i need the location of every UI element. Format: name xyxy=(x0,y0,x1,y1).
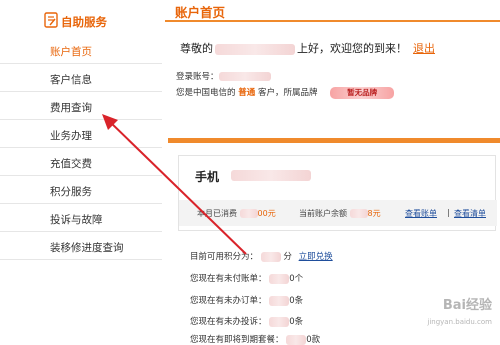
complaints-value: 0条 xyxy=(289,317,304,327)
balance-label: 当前账户余额 xyxy=(299,209,347,218)
redacted-count xyxy=(269,273,290,284)
sidebar-title: 自助服务 xyxy=(61,15,107,29)
sidebar-item-business[interactable]: 业务办理 xyxy=(0,121,162,148)
sidebar-item-label: 费用查询 xyxy=(50,102,92,114)
orange-divider xyxy=(168,138,500,143)
sidebar-header: 自助服务 xyxy=(0,6,162,34)
brand-badge: 暂无品牌 xyxy=(330,86,395,99)
redacted-count xyxy=(286,334,307,345)
redacted-phone-number xyxy=(231,170,311,181)
view-details-link[interactable]: 查看清单 xyxy=(454,208,486,219)
redacted-amount xyxy=(239,209,258,218)
redacted-count xyxy=(269,295,290,306)
redacted-name xyxy=(215,43,295,55)
pending-orders-line: 您现在有未办订单： 0条 xyxy=(190,294,303,306)
sidebar-item-label: 装移修进度查询 xyxy=(50,242,124,254)
watermark-text: Bai经验 xyxy=(442,298,492,313)
sidebar-item-recharge[interactable]: 充值交费 xyxy=(0,149,162,176)
redacted-count xyxy=(269,316,290,327)
balance: 当前账户余额 8元 xyxy=(299,208,381,219)
login-account-label: 登录账号： xyxy=(176,72,219,82)
expiring-plans-line: 您现在有即将到期套餐： 0款 xyxy=(190,333,320,345)
login-account-line: 登录账号： xyxy=(176,70,271,82)
customer-level-line: 您是中国电信的 普通 客户，所属品牌 暂无品牌 xyxy=(176,86,395,99)
phone-account-card: 手机 本月已消费 00元 当前账户余额 8元 查看账单 | 查看清单 xyxy=(178,155,497,231)
watermark-url: jingyan.baidu.com xyxy=(427,318,492,326)
sidebar-item-label: 业务办理 xyxy=(50,130,92,142)
baidu-watermark: Bai经验 jingyan.baidu.com xyxy=(410,290,496,342)
sidebar-item-label: 账户首页 xyxy=(50,46,92,58)
logout-link[interactable]: 退出 xyxy=(413,42,435,55)
sidebar-item-complaints[interactable]: 投诉与故障 xyxy=(0,205,162,232)
orders-label: 您现在有未办订单： xyxy=(190,296,267,306)
sidebar-item-fee-query[interactable]: 费用查询 xyxy=(0,93,162,120)
link-separator: | xyxy=(447,208,450,217)
balance-unit: 8元 xyxy=(367,209,381,218)
redeem-link[interactable]: 立即兑换 xyxy=(299,252,333,262)
customer-level: 普通 xyxy=(238,88,256,98)
level-prefix: 您是中国电信的 xyxy=(176,88,236,98)
points-label: 目前可用积分为： xyxy=(190,252,259,262)
sidebar: 自助服务 账户首页 客户信息 费用查询 业务办理 充值交费 积分服务 投诉与故障… xyxy=(0,0,162,344)
sidebar-item-label: 积分服务 xyxy=(50,186,92,198)
month-spent-label: 本月已消费 xyxy=(197,209,237,218)
greeting-line: 尊敬的 上好，欢迎您的到来！ 退出 xyxy=(180,40,435,56)
redacted-points xyxy=(260,251,281,262)
unpaid-value: 0个 xyxy=(289,274,304,284)
self-service-icon xyxy=(44,12,58,28)
orders-value: 0条 xyxy=(289,296,304,306)
level-suffix: 客户，所属品牌 xyxy=(257,88,318,98)
month-spent-unit: 00元 xyxy=(257,209,276,218)
greeting-prefix: 尊敬的 xyxy=(180,42,213,55)
greeting-suffix: 上好，欢迎您的到来！ xyxy=(297,42,407,55)
card-stats: 本月已消费 00元 当前账户余额 8元 查看账单 | 查看清单 xyxy=(179,200,497,226)
card-title: 手机 xyxy=(195,170,220,184)
sidebar-item-points[interactable]: 积分服务 xyxy=(0,177,162,204)
view-bill-link[interactable]: 查看账单 xyxy=(405,208,437,219)
sidebar-item-label: 投诉与故障 xyxy=(50,214,103,226)
pending-complaints-line: 您现在有未办投诉： 0条 xyxy=(190,315,303,327)
sidebar-item-progress-query[interactable]: 装移修进度查询 xyxy=(0,233,162,260)
sidebar-item-account-home[interactable]: 账户首页 xyxy=(0,37,162,64)
sidebar-item-label: 充值交费 xyxy=(50,158,92,170)
month-spent: 本月已消费 00元 xyxy=(197,208,276,219)
points-unit: 分 xyxy=(283,252,292,262)
points-line: 目前可用积分为： 分 立即兑换 xyxy=(190,250,333,262)
sidebar-item-label: 客户信息 xyxy=(50,74,92,86)
main-title-bar: 账户首页 xyxy=(165,0,500,22)
redacted-account xyxy=(218,72,271,81)
redacted-amount xyxy=(349,209,368,218)
complaints-label: 您现在有未办投诉： xyxy=(190,317,267,327)
page-title: 账户首页 xyxy=(175,5,226,20)
welcome-panel: 尊敬的 上好，欢迎您的到来！ 退出 登录账号： 您是中国电信的 普通 客户，所属品牌… xyxy=(168,28,500,138)
unpaid-label: 您现在有未付账单： xyxy=(190,274,267,284)
sidebar-item-customer-info[interactable]: 客户信息 xyxy=(0,65,162,92)
unpaid-bills-line: 您现在有未付账单： 0个 xyxy=(190,272,303,284)
